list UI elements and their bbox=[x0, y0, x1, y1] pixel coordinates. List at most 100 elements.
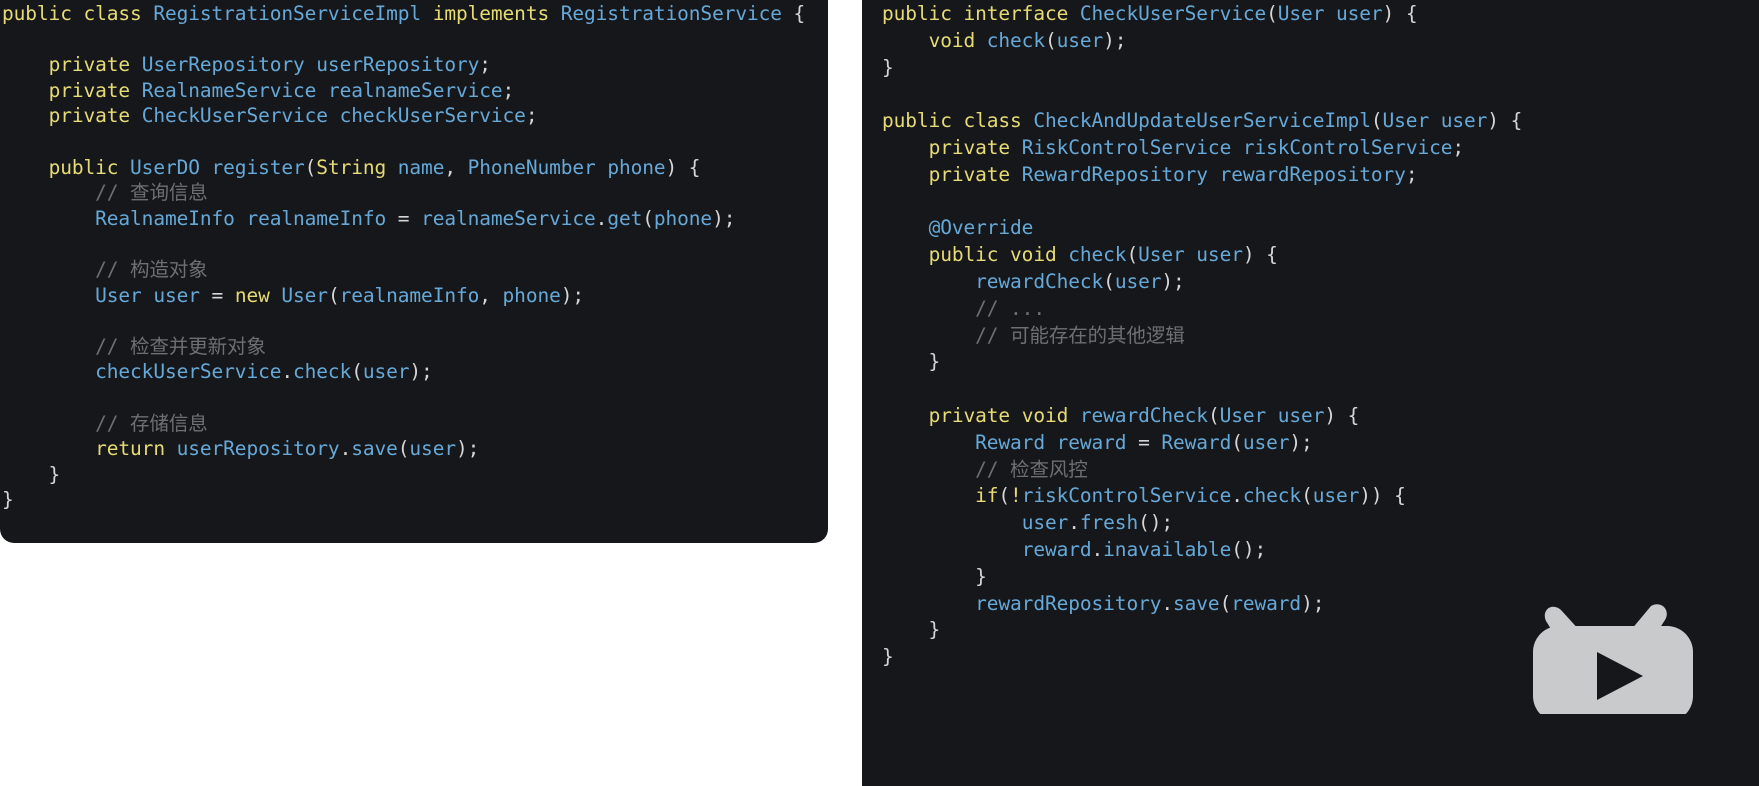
code-token: public bbox=[882, 2, 964, 25]
code-token: User bbox=[1138, 243, 1185, 267]
code-line: } bbox=[0, 462, 828, 488]
code-token: return bbox=[95, 437, 165, 461]
code-token: check bbox=[1242, 484, 1302, 508]
code-token: ( bbox=[998, 484, 1011, 508]
code-token: ( bbox=[1370, 109, 1383, 133]
code-token: realnameInfo bbox=[339, 283, 480, 307]
code-token: riskControlService bbox=[1242, 135, 1453, 159]
code-line: private CheckUserService checkUserServic… bbox=[0, 103, 828, 129]
code-token: phone bbox=[607, 155, 666, 179]
code-token: void bbox=[1021, 403, 1069, 427]
code-token: RegistrationService bbox=[560, 2, 782, 25]
code-token: realnameService bbox=[421, 206, 596, 230]
code-token: reward bbox=[1231, 591, 1302, 615]
code-token: UserDO bbox=[130, 155, 200, 179]
code-token: } bbox=[882, 564, 987, 588]
code-token: void bbox=[928, 28, 976, 52]
code-line: } bbox=[882, 644, 1759, 671]
code-line: // 可能存在的其他逻辑 bbox=[882, 323, 1759, 350]
code-line: // ... bbox=[882, 296, 1759, 323]
code-token: // 存储信息 bbox=[2, 411, 208, 435]
code-line: } bbox=[882, 564, 1759, 591]
code-token: ( bbox=[1301, 484, 1313, 508]
code-token: userRepository bbox=[176, 437, 340, 461]
code-line: private void rewardCheck(User user) { bbox=[882, 403, 1759, 430]
code-line: void check(user); bbox=[882, 28, 1759, 55]
code-token: ( bbox=[1266, 2, 1278, 25]
code-token: PhoneNumber bbox=[467, 155, 596, 179]
code-line: reward.inavailable(); bbox=[882, 537, 1759, 564]
code-token: RiskControlService bbox=[1021, 135, 1232, 159]
code-token: public bbox=[2, 2, 84, 25]
code-line: } bbox=[882, 55, 1759, 82]
code-token: fresh bbox=[1079, 511, 1139, 535]
code-token: } bbox=[2, 462, 61, 486]
code-token: . bbox=[595, 206, 608, 230]
code-token: RealnameInfo bbox=[95, 206, 235, 230]
code-token: checkUserService bbox=[95, 360, 282, 384]
code-token: Reward bbox=[975, 430, 1045, 454]
code-token: user bbox=[1196, 243, 1243, 267]
code-token: rewardCheck bbox=[1079, 403, 1208, 427]
code-token: phone bbox=[502, 283, 561, 307]
code-line: return userRepository.save(user); bbox=[0, 436, 828, 462]
code-token: ) { bbox=[1382, 2, 1418, 25]
code-token: String bbox=[316, 155, 387, 179]
right-code-panel: public interface CheckUserService(User u… bbox=[862, 0, 1759, 786]
code-token: // 检查并更新对象 bbox=[2, 334, 266, 358]
code-token: (); bbox=[1231, 537, 1267, 561]
code-token: user bbox=[362, 360, 410, 384]
code-line: } bbox=[882, 349, 1759, 376]
code-token: ( bbox=[1207, 403, 1220, 427]
code-token: register bbox=[211, 155, 305, 179]
code-token: public bbox=[48, 155, 131, 179]
code-line: User user = new User(realnameInfo, phone… bbox=[0, 283, 828, 309]
code-token: // 构造对象 bbox=[2, 257, 208, 281]
code-line: public void check(User user) { bbox=[882, 242, 1759, 269]
code-token: interface bbox=[963, 2, 1080, 25]
code-line: // 构造对象 bbox=[0, 257, 828, 283]
code-token: private bbox=[928, 162, 1022, 186]
code-token: ); bbox=[560, 283, 585, 307]
code-token: CheckAndUpdateUserServiceImpl bbox=[1033, 109, 1371, 133]
code-token: // 查询信息 bbox=[2, 181, 208, 205]
code-token: ); bbox=[409, 360, 433, 384]
code-token: // ... bbox=[882, 296, 1045, 320]
code-token: reward bbox=[1056, 430, 1127, 454]
code-token: user bbox=[1242, 430, 1290, 454]
code-line: public class RegistrationServiceImpl imp… bbox=[0, 1, 828, 27]
screenshot-root: public class RegistrationServiceImpl imp… bbox=[0, 0, 1759, 786]
code-token: void bbox=[1010, 243, 1057, 267]
code-token: ; bbox=[502, 78, 515, 102]
code-token: RewardRepository bbox=[1021, 162, 1208, 186]
